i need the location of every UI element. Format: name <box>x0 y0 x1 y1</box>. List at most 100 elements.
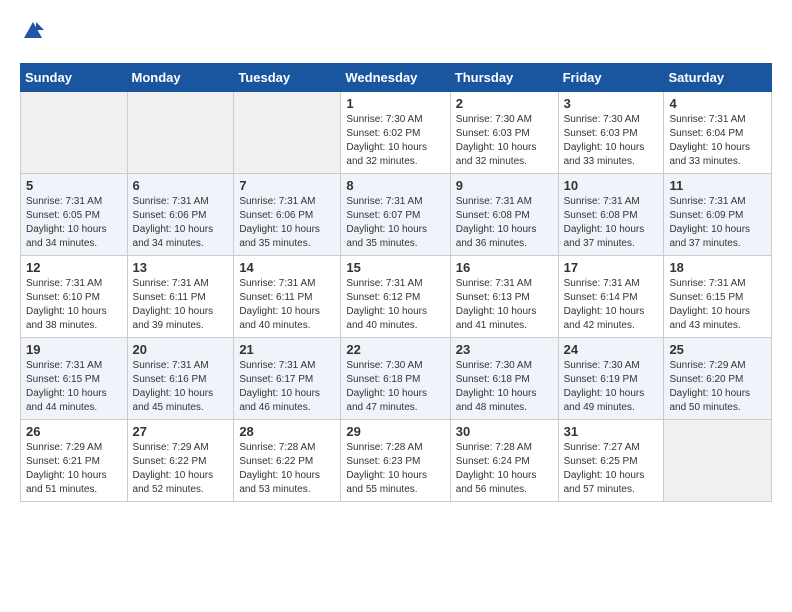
calendar-cell: 14Sunrise: 7:31 AM Sunset: 6:11 PM Dayli… <box>234 256 341 338</box>
calendar-cell: 19 Sunrise: 7:31 AM Sunset: 6:15 PM Dayli… <box>21 338 128 420</box>
day-number: 19 <box>26 342 122 357</box>
calendar-cell: 9 Sunrise: 7:31 AM Sunset: 6:08 PM Daylig… <box>450 174 558 256</box>
calendar-cell: 5 Sunrise: 7:31 AM Sunset: 6:05 PM Daylig… <box>21 174 128 256</box>
week-row-4: 19 Sunrise: 7:31 AM Sunset: 6:15 PM Dayli… <box>21 338 772 420</box>
day-info: Sunrise: 7:31 AM Sunset: 6:10 PM Dayligh… <box>26 277 122 333</box>
day-info: Sunrise: 7:31 AM Sunset: 6:15 PM Dayligh… <box>26 359 122 415</box>
calendar-cell: 13 Sunrise: 7:31 AM Sunset: 6:11 PM Dayli… <box>127 256 234 338</box>
weekday-header-row: SundayMondayTuesdayWednesdayThursdayFrid… <box>21 64 772 92</box>
logo <box>20 20 44 47</box>
day-number: 23 <box>456 342 553 357</box>
day-info: Sunrise: 7:31 AM Sunset: 6:14 PM Dayligh… <box>564 277 659 333</box>
day-number: 22 <box>346 342 444 357</box>
day-number: 13 <box>133 260 229 275</box>
calendar-cell: 21 Sunrise: 7:31 AM Sunset: 6:17 PM Dayli… <box>234 338 341 420</box>
weekday-header-wednesday: Wednesday <box>341 64 450 92</box>
calendar-cell: 20 Sunrise: 7:31 AM Sunset: 6:16 PM Dayli… <box>127 338 234 420</box>
logo-text <box>20 20 44 47</box>
weekday-header-friday: Friday <box>558 64 664 92</box>
day-info: Sunrise: 7:29 AM Sunset: 6:22 PM Dayligh… <box>133 441 229 497</box>
week-row-2: 5 Sunrise: 7:31 AM Sunset: 6:05 PM Daylig… <box>21 174 772 256</box>
calendar-cell <box>234 92 341 174</box>
calendar-table: SundayMondayTuesdayWednesdayThursdayFrid… <box>20 63 772 502</box>
week-row-3: 12 Sunrise: 7:31 AM Sunset: 6:10 PM Dayli… <box>21 256 772 338</box>
day-info: Sunrise: 7:31 AM Sunset: 6:13 PM Dayligh… <box>456 277 553 333</box>
calendar-cell: 28 Sunrise: 7:28 AM Sunset: 6:22 PM Dayli… <box>234 420 341 502</box>
calendar-cell: 23 Sunrise: 7:30 AM Sunset: 6:18 PM Dayli… <box>450 338 558 420</box>
day-info: Sunrise: 7:31 AM Sunset: 6:16 PM Dayligh… <box>133 359 229 415</box>
day-number: 9 <box>456 178 553 193</box>
day-info: Sunrise: 7:30 AM Sunset: 6:02 PM Dayligh… <box>346 113 444 169</box>
calendar-cell: 7Sunrise: 7:31 AM Sunset: 6:06 PM Daylig… <box>234 174 341 256</box>
day-number: 10 <box>564 178 659 193</box>
calendar-cell: 31 Sunrise: 7:27 AM Sunset: 6:25 PM Dayli… <box>558 420 664 502</box>
day-number: 28 <box>239 424 335 439</box>
day-number: 26 <box>26 424 122 439</box>
day-number: 6 <box>133 178 229 193</box>
day-info: Sunrise: 7:28 AM Sunset: 6:22 PM Dayligh… <box>239 441 335 497</box>
calendar-cell: 22Sunrise: 7:30 AM Sunset: 6:18 PM Dayli… <box>341 338 450 420</box>
day-number: 8 <box>346 178 444 193</box>
day-number: 18 <box>669 260 766 275</box>
day-number: 24 <box>564 342 659 357</box>
day-info: Sunrise: 7:30 AM Sunset: 6:03 PM Dayligh… <box>564 113 659 169</box>
weekday-header-saturday: Saturday <box>664 64 772 92</box>
weekday-header-sunday: Sunday <box>21 64 128 92</box>
day-info: Sunrise: 7:31 AM Sunset: 6:07 PM Dayligh… <box>346 195 444 251</box>
calendar-cell: 2 Sunrise: 7:30 AM Sunset: 6:03 PM Daylig… <box>450 92 558 174</box>
day-number: 27 <box>133 424 229 439</box>
calendar-cell: 30Sunrise: 7:28 AM Sunset: 6:24 PM Dayli… <box>450 420 558 502</box>
day-number: 15 <box>346 260 444 275</box>
calendar-cell: 26Sunrise: 7:29 AM Sunset: 6:21 PM Dayli… <box>21 420 128 502</box>
calendar-cell: 16 Sunrise: 7:31 AM Sunset: 6:13 PM Dayli… <box>450 256 558 338</box>
day-info: Sunrise: 7:31 AM Sunset: 6:06 PM Dayligh… <box>239 195 335 251</box>
day-info: Sunrise: 7:31 AM Sunset: 6:06 PM Dayligh… <box>133 195 229 251</box>
day-info: Sunrise: 7:31 AM Sunset: 6:11 PM Dayligh… <box>133 277 229 333</box>
day-number: 3 <box>564 96 659 111</box>
calendar-cell <box>127 92 234 174</box>
day-number: 17 <box>564 260 659 275</box>
day-number: 16 <box>456 260 553 275</box>
day-info: Sunrise: 7:31 AM Sunset: 6:05 PM Dayligh… <box>26 195 122 251</box>
week-row-1: 1 Sunrise: 7:30 AM Sunset: 6:02 PM Daylig… <box>21 92 772 174</box>
day-number: 1 <box>346 96 444 111</box>
calendar-cell: 11Sunrise: 7:31 AM Sunset: 6:09 PM Dayli… <box>664 174 772 256</box>
day-info: Sunrise: 7:31 AM Sunset: 6:08 PM Dayligh… <box>564 195 659 251</box>
calendar-cell: 29 Sunrise: 7:28 AM Sunset: 6:23 PM Dayli… <box>341 420 450 502</box>
day-number: 25 <box>669 342 766 357</box>
calendar-cell <box>664 420 772 502</box>
calendar-cell: 15 Sunrise: 7:31 AM Sunset: 6:12 PM Dayli… <box>341 256 450 338</box>
calendar-cell: 6 Sunrise: 7:31 AM Sunset: 6:06 PM Daylig… <box>127 174 234 256</box>
calendar-cell: 18Sunrise: 7:31 AM Sunset: 6:15 PM Dayli… <box>664 256 772 338</box>
calendar-cell: 1 Sunrise: 7:30 AM Sunset: 6:02 PM Daylig… <box>341 92 450 174</box>
weekday-header-tuesday: Tuesday <box>234 64 341 92</box>
day-number: 21 <box>239 342 335 357</box>
day-info: Sunrise: 7:27 AM Sunset: 6:25 PM Dayligh… <box>564 441 659 497</box>
week-row-5: 26Sunrise: 7:29 AM Sunset: 6:21 PM Dayli… <box>21 420 772 502</box>
day-number: 31 <box>564 424 659 439</box>
day-number: 20 <box>133 342 229 357</box>
day-info: Sunrise: 7:28 AM Sunset: 6:23 PM Dayligh… <box>346 441 444 497</box>
logo-icon <box>22 20 44 42</box>
day-info: Sunrise: 7:28 AM Sunset: 6:24 PM Dayligh… <box>456 441 553 497</box>
calendar-cell: 10 Sunrise: 7:31 AM Sunset: 6:08 PM Dayli… <box>558 174 664 256</box>
day-info: Sunrise: 7:31 AM Sunset: 6:08 PM Dayligh… <box>456 195 553 251</box>
calendar-cell: 17 Sunrise: 7:31 AM Sunset: 6:14 PM Dayli… <box>558 256 664 338</box>
calendar-cell: 25Sunrise: 7:29 AM Sunset: 6:20 PM Dayli… <box>664 338 772 420</box>
day-info: Sunrise: 7:31 AM Sunset: 6:12 PM Dayligh… <box>346 277 444 333</box>
day-number: 12 <box>26 260 122 275</box>
calendar-page: SundayMondayTuesdayWednesdayThursdayFrid… <box>0 0 792 522</box>
day-info: Sunrise: 7:31 AM Sunset: 6:17 PM Dayligh… <box>239 359 335 415</box>
calendar-cell: 27 Sunrise: 7:29 AM Sunset: 6:22 PM Dayli… <box>127 420 234 502</box>
calendar-cell: 4Sunrise: 7:31 AM Sunset: 6:04 PM Daylig… <box>664 92 772 174</box>
day-info: Sunrise: 7:30 AM Sunset: 6:03 PM Dayligh… <box>456 113 553 169</box>
day-number: 2 <box>456 96 553 111</box>
day-info: Sunrise: 7:30 AM Sunset: 6:18 PM Dayligh… <box>456 359 553 415</box>
weekday-header-monday: Monday <box>127 64 234 92</box>
day-info: Sunrise: 7:31 AM Sunset: 6:11 PM Dayligh… <box>239 277 335 333</box>
calendar-cell: 24Sunrise: 7:30 AM Sunset: 6:19 PM Dayli… <box>558 338 664 420</box>
day-number: 11 <box>669 178 766 193</box>
header <box>20 20 772 47</box>
day-number: 29 <box>346 424 444 439</box>
day-number: 5 <box>26 178 122 193</box>
